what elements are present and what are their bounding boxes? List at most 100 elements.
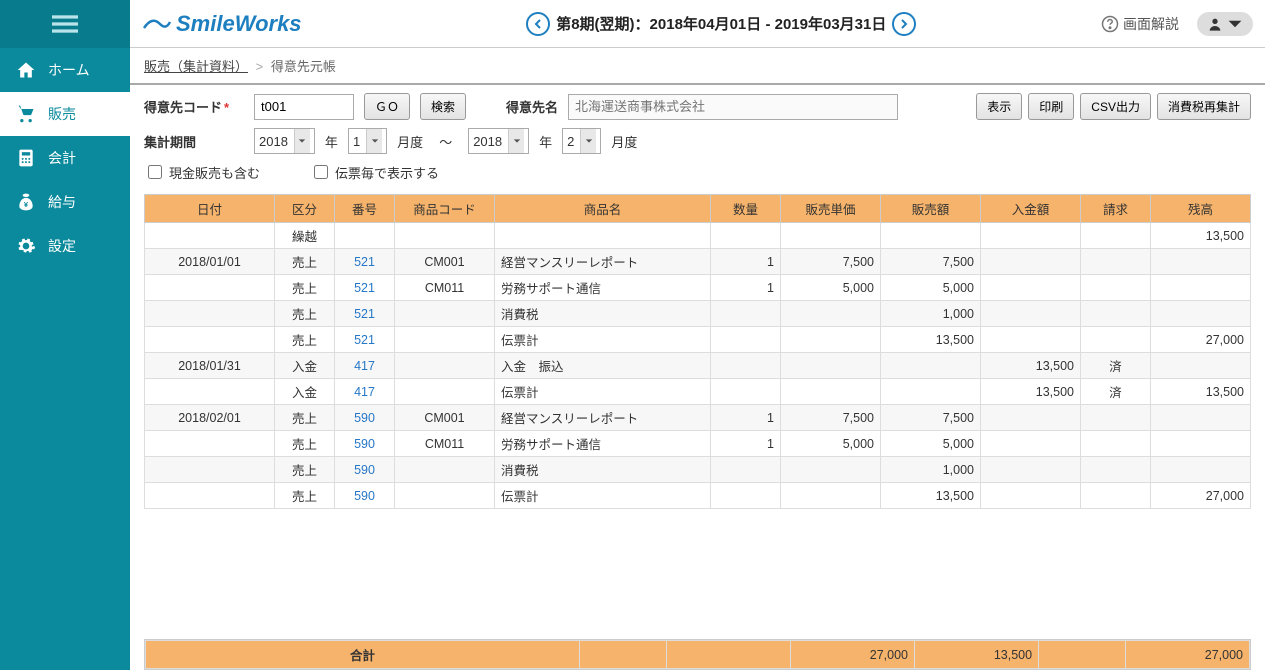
tax-recalc-button[interactable]: 消費税再集計 <box>1157 93 1251 120</box>
help-label: 画面解説 <box>1123 14 1179 34</box>
nav-settings[interactable]: 設定 <box>0 224 130 268</box>
cell-no[interactable]: 521 <box>335 275 395 301</box>
cell-unit <box>781 223 881 249</box>
cell-date: 2018/01/01 <box>145 249 275 275</box>
action-buttons: 表示 印刷 CSV出力 消費税再集計 <box>976 93 1251 120</box>
cell-deposit <box>981 327 1081 353</box>
cell-balance <box>1151 249 1251 275</box>
table-row: 2018/02/01売上590CM001経営マンスリーレポート17,5007,5… <box>145 405 1251 431</box>
period-text: 第8期(翌期)：2018年04月01日 - 2019年03月31日 <box>556 13 886 34</box>
cell-date <box>145 457 275 483</box>
nav-sales[interactable]: 販売 <box>0 92 130 136</box>
cell-qty <box>711 379 781 405</box>
nav-home[interactable]: ホーム <box>0 48 130 92</box>
logo[interactable]: SmileWorks <box>142 11 302 37</box>
cell-sales <box>881 379 981 405</box>
go-button[interactable]: ＧＯ <box>364 93 410 120</box>
col-deposit[interactable]: 入金額 <box>981 195 1081 223</box>
cell-no[interactable]: 417 <box>335 353 395 379</box>
cash-sales-checkbox[interactable]: 現金販売も含む <box>144 162 260 182</box>
cell-no[interactable]: 521 <box>335 301 395 327</box>
nav-payroll[interactable]: ¥ 給与 <box>0 180 130 224</box>
cell-balance <box>1151 301 1251 327</box>
cell-unit <box>781 353 881 379</box>
cell-pcode <box>395 327 495 353</box>
filter-panel: 得意先コード* ＧＯ 検索 得意先名 表示 印刷 CSV出力 消費税再集計 集計… <box>130 85 1265 194</box>
col-bill[interactable]: 請求 <box>1081 195 1151 223</box>
cell-sales: 1,000 <box>881 301 981 327</box>
display-button[interactable]: 表示 <box>976 93 1022 120</box>
cell-pname: 労務サポート通信 <box>495 275 711 301</box>
csv-export-button[interactable]: CSV出力 <box>1080 93 1151 120</box>
table-row: 2018/01/01売上521CM001経営マンスリーレポート17,5007,5… <box>145 249 1251 275</box>
cell-deposit <box>981 431 1081 457</box>
nav-label: 設定 <box>48 236 76 256</box>
col-no[interactable]: 番号 <box>335 195 395 223</box>
cell-deposit <box>981 457 1081 483</box>
hamburger-icon <box>52 11 78 37</box>
breadcrumb-parent[interactable]: 販売（集計資料） <box>144 59 248 74</box>
month-to-select[interactable]: 2 <box>562 128 601 154</box>
table-row: 売上521消費税1,000 <box>145 301 1251 327</box>
cell-date <box>145 379 275 405</box>
per-slip-checkbox[interactable]: 伝票毎で表示する <box>310 162 439 182</box>
col-date[interactable]: 日付 <box>145 195 275 223</box>
brand-text: SmileWorks <box>176 11 302 37</box>
cell-bill <box>1081 249 1151 275</box>
cell-pname: 経営マンスリーレポート <box>495 249 711 275</box>
period-next-button[interactable] <box>892 12 916 36</box>
cell-no[interactable]: 417 <box>335 379 395 405</box>
cell-qty <box>711 457 781 483</box>
user-menu-button[interactable] <box>1197 12 1253 36</box>
customer-code-input[interactable] <box>254 94 354 120</box>
cell-no[interactable]: 590 <box>335 431 395 457</box>
cell-unit: 7,500 <box>781 249 881 275</box>
cell-bill: 済 <box>1081 379 1151 405</box>
year-to-select[interactable]: 2018 <box>468 128 529 154</box>
per-slip-input[interactable] <box>314 165 328 179</box>
cell-sales: 1,000 <box>881 457 981 483</box>
period-prev-button[interactable] <box>526 12 550 36</box>
cell-pname: 経営マンスリーレポート <box>495 405 711 431</box>
col-qty[interactable]: 数量 <box>711 195 781 223</box>
breadcrumb-sep: > <box>256 59 264 74</box>
cell-deposit <box>981 301 1081 327</box>
year-from-select[interactable]: 2018 <box>254 128 315 154</box>
table-row: 入金417伝票計13,500済13,500 <box>145 379 1251 405</box>
help-link[interactable]: 画面解説 <box>1101 14 1179 34</box>
month-from-select[interactable]: 1 <box>348 128 387 154</box>
cell-no[interactable]: 590 <box>335 483 395 509</box>
footer-deposit: 13,500 <box>915 641 1039 669</box>
table-row: 売上521伝票計13,50027,000 <box>145 327 1251 353</box>
cash-sales-input[interactable] <box>148 165 162 179</box>
cell-deposit <box>981 223 1081 249</box>
nav-accounting[interactable]: 会計 <box>0 136 130 180</box>
cell-no[interactable]: 590 <box>335 405 395 431</box>
col-pcode[interactable]: 商品コード <box>395 195 495 223</box>
col-balance[interactable]: 残高 <box>1151 195 1251 223</box>
cell-unit <box>781 457 881 483</box>
customer-name-input[interactable] <box>568 94 898 120</box>
breadcrumb: 販売（集計資料） > 得意先元帳 <box>130 48 1265 85</box>
cell-pname: 伝票計 <box>495 379 711 405</box>
cell-no[interactable]: 590 <box>335 457 395 483</box>
col-sales[interactable]: 販売額 <box>881 195 981 223</box>
cell-no[interactable]: 521 <box>335 327 395 353</box>
cell-pcode <box>395 483 495 509</box>
cell-date <box>145 431 275 457</box>
cell-type: 入金 <box>275 353 335 379</box>
menu-toggle[interactable] <box>0 0 130 48</box>
cell-type: 売上 <box>275 457 335 483</box>
cell-sales: 5,000 <box>881 275 981 301</box>
cell-sales: 13,500 <box>881 483 981 509</box>
search-button[interactable]: 検索 <box>420 93 466 120</box>
print-button[interactable]: 印刷 <box>1028 93 1074 120</box>
cell-no[interactable]: 521 <box>335 249 395 275</box>
help-icon <box>1101 15 1119 33</box>
col-type[interactable]: 区分 <box>275 195 335 223</box>
cell-type: 入金 <box>275 379 335 405</box>
cell-type: 売上 <box>275 483 335 509</box>
logo-icon <box>142 14 172 34</box>
col-unit[interactable]: 販売単価 <box>781 195 881 223</box>
col-pname[interactable]: 商品名 <box>495 195 711 223</box>
